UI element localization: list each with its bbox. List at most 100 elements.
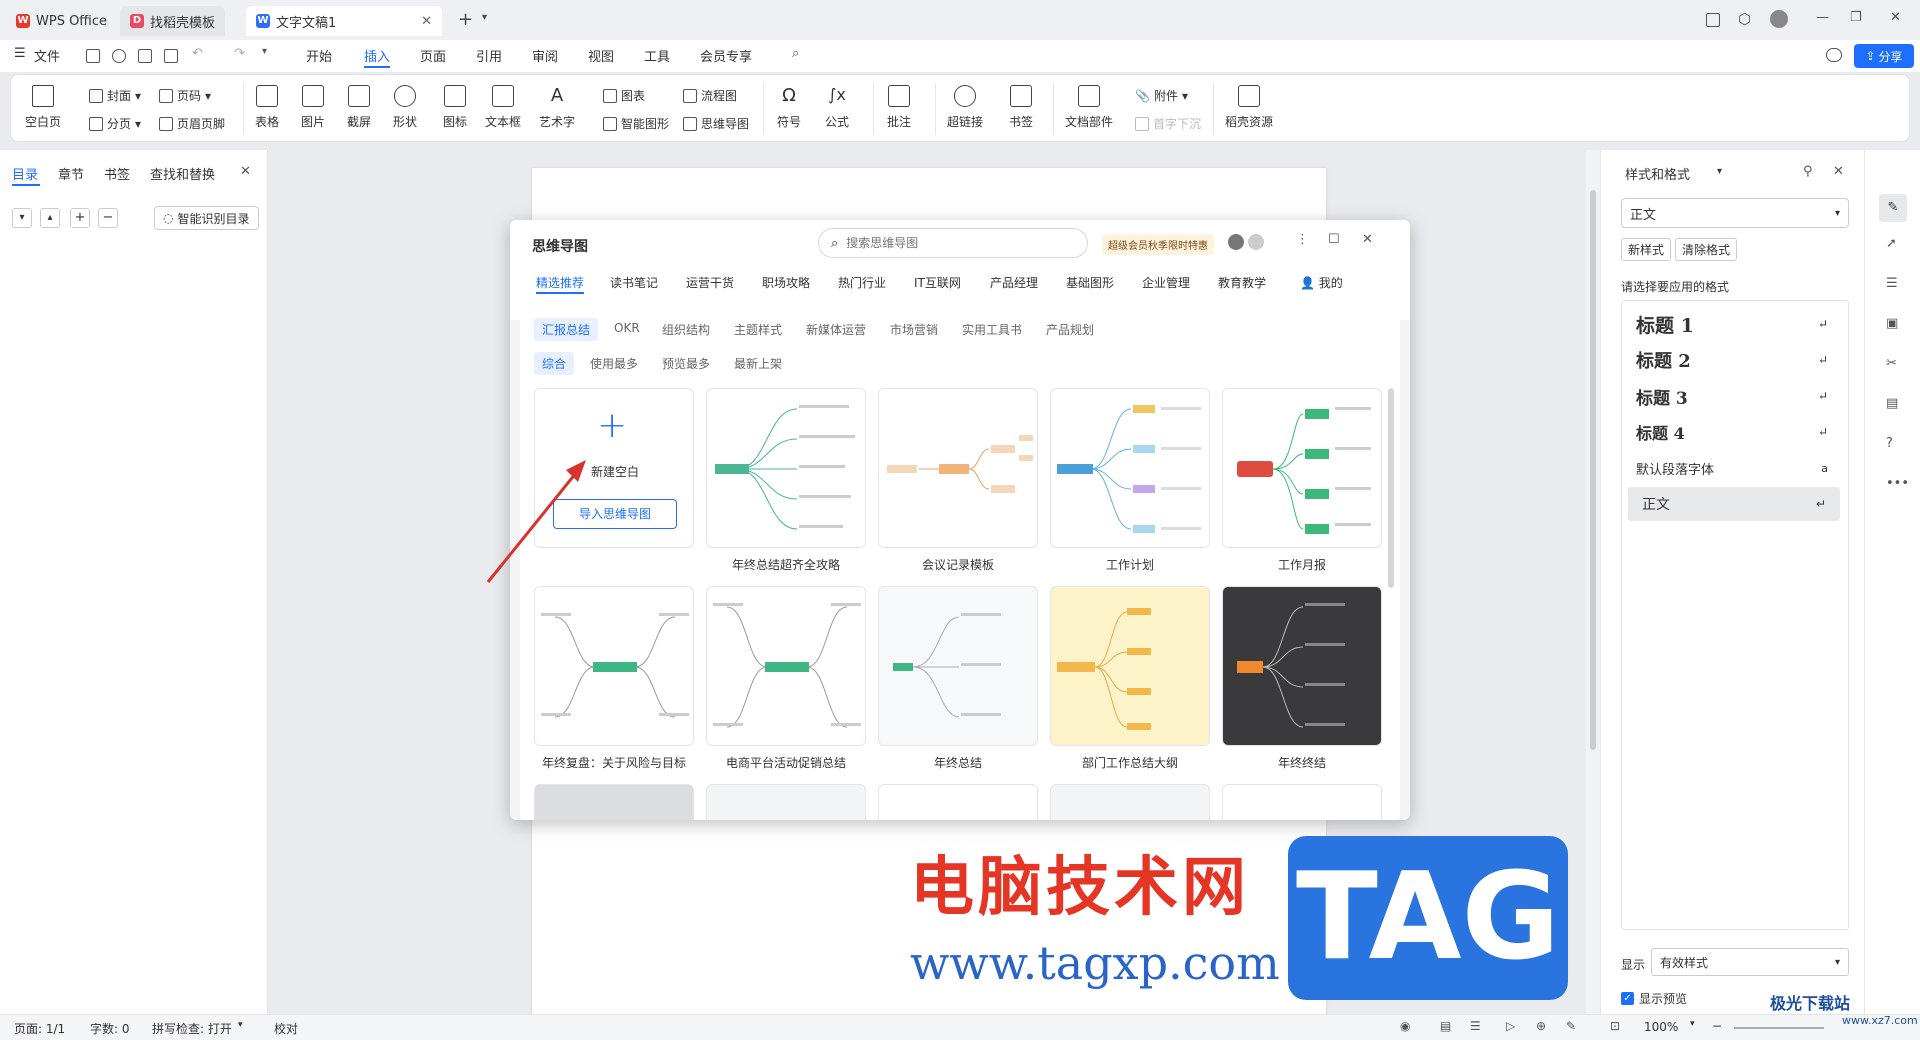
template-card[interactable] xyxy=(534,784,694,820)
page-view-icon[interactable]: ▤ xyxy=(1440,1019,1451,1033)
tab-wps-office[interactable]: W WPS Office xyxy=(6,6,117,36)
sort-overall[interactable]: 综合 xyxy=(534,352,575,375)
menu-home[interactable]: 开始 xyxy=(306,46,332,65)
current-style-select[interactable]: 正文 ▾ xyxy=(1621,198,1849,228)
edit-icon[interactable]: ✎ xyxy=(1566,1019,1576,1033)
cover-button[interactable]: 封面 ▾ xyxy=(89,87,141,104)
tools-icon[interactable]: ✂ xyxy=(1886,356,1897,371)
sort-most-used[interactable]: 使用最多 xyxy=(582,352,646,375)
category-enterprise[interactable]: 企业管理 xyxy=(1142,274,1190,291)
subcat-tools[interactable]: 实用工具书 xyxy=(954,318,1030,341)
template-card[interactable] xyxy=(706,388,866,548)
subcat-org-structure[interactable]: 组织结构 xyxy=(654,318,718,341)
formula-button[interactable]: ∫x 公式 xyxy=(825,85,849,130)
close-tab-icon[interactable]: ✕ xyxy=(421,14,432,29)
minimize-icon[interactable]: — xyxy=(1816,10,1829,25)
chevron-down-icon[interactable]: ▾ xyxy=(1690,1019,1695,1029)
pen-icon[interactable]: ✎ xyxy=(1879,194,1907,222)
scrollbar-thumb[interactable] xyxy=(1590,190,1596,750)
page-number-button[interactable]: 页码 ▾ xyxy=(159,87,211,104)
tab-document[interactable]: W 文字文稿1 ✕ xyxy=(246,6,442,36)
subcat-new-media[interactable]: 新媒体运营 xyxy=(798,318,874,341)
save-icon[interactable] xyxy=(86,49,100,63)
show-preview-checkbox[interactable]: ✓ 显示预览 xyxy=(1621,990,1687,1007)
menu-view[interactable]: 视图 xyxy=(588,46,614,65)
book-icon[interactable]: ▤ xyxy=(1886,396,1898,411)
zoom-slider[interactable] xyxy=(1734,1027,1824,1029)
chevron-down-icon[interactable]: ▾ xyxy=(262,46,267,57)
close-panel-icon[interactable]: ✕ xyxy=(240,164,251,179)
blank-page-button[interactable]: 空白页 xyxy=(25,85,61,130)
template-card[interactable] xyxy=(534,586,694,746)
image-edit-icon[interactable]: ▣ xyxy=(1886,316,1898,331)
table-button[interactable]: 表格 xyxy=(255,85,279,130)
menu-review[interactable]: 审阅 xyxy=(532,46,558,65)
new-style-button[interactable]: 新样式 xyxy=(1621,238,1672,261)
template-card[interactable] xyxy=(706,784,866,820)
style-heading-2[interactable]: 标题 2 ↵ xyxy=(1622,343,1842,377)
adjust-icon[interactable]: ☰ xyxy=(1886,276,1898,291)
category-product-manager[interactable]: 产品经理 xyxy=(990,274,1038,291)
share-button[interactable]: ⇪ 分享 xyxy=(1854,44,1914,68)
tab-chapter[interactable]: 章节 xyxy=(58,164,84,183)
menu-page[interactable]: 页面 xyxy=(420,46,446,65)
smart-toc-button[interactable]: ◌ 智能识别目录 xyxy=(154,206,259,230)
icon-button[interactable]: 图标 xyxy=(443,85,467,130)
avatar[interactable] xyxy=(1228,234,1244,250)
tab-docer-template[interactable]: D 找稻壳模板 xyxy=(120,6,226,36)
page-break-button[interactable]: 分页 ▾ xyxy=(89,115,141,132)
tab-find-replace[interactable]: 查找和替换 xyxy=(150,164,215,183)
subcat-marketing[interactable]: 市场营销 xyxy=(882,318,946,341)
style-heading-1[interactable]: 标题 1 ↵ xyxy=(1622,307,1842,341)
file-menu[interactable]: 文件 xyxy=(34,46,60,65)
tab-bookmark[interactable]: 书签 xyxy=(104,164,130,183)
header-footer-button[interactable]: 页眉页脚 xyxy=(159,115,225,132)
flowchart-button[interactable]: 流程图 xyxy=(683,87,737,104)
style-heading-3[interactable]: 标题 3 ↵ xyxy=(1622,379,1842,413)
outline-view-icon[interactable]: ☰ xyxy=(1470,1019,1481,1033)
template-card[interactable] xyxy=(878,586,1038,746)
more-icon[interactable]: ••• xyxy=(1886,476,1909,491)
web-view-icon[interactable]: ⊕ xyxy=(1536,1019,1546,1033)
category-operations[interactable]: 运营干货 xyxy=(686,274,734,291)
comment-button[interactable]: 批注 xyxy=(887,85,911,130)
category-education[interactable]: 教育教学 xyxy=(1218,274,1266,291)
pin-icon[interactable]: ⚲ xyxy=(1803,164,1813,179)
subcat-theme-style[interactable]: 主题样式 xyxy=(726,318,790,341)
more-icon[interactable]: ⋮ xyxy=(1296,232,1309,247)
close-panel-icon[interactable]: ✕ xyxy=(1833,164,1844,179)
zoom-out-icon[interactable]: − xyxy=(1712,1019,1722,1033)
picture-button[interactable]: 图片 xyxy=(301,85,325,130)
menu-tools[interactable]: 工具 xyxy=(644,46,670,65)
close-dialog-icon[interactable]: ✕ xyxy=(1362,232,1373,247)
tab-toc[interactable]: 目录 xyxy=(12,164,38,183)
collapse-icon[interactable]: ▴ xyxy=(40,208,60,228)
play-icon[interactable]: ▷ xyxy=(1506,1019,1515,1033)
avatar[interactable] xyxy=(1770,10,1788,28)
drop-cap-button[interactable]: 首字下沉 xyxy=(1135,115,1201,132)
category-mine[interactable]: 👤 我的 xyxy=(1300,274,1343,291)
undo-icon[interactable]: ↶ xyxy=(192,46,203,61)
restore-icon[interactable]: ❐ xyxy=(1850,10,1862,25)
eye-icon[interactable]: ◉ xyxy=(1400,1019,1410,1033)
mindmap-button[interactable]: 思维导图 xyxy=(683,115,749,132)
docer-resources-button[interactable]: 稻壳资源 xyxy=(1225,85,1273,130)
cube-icon[interactable]: ⬡ xyxy=(1738,10,1751,28)
style-default-font[interactable]: 默认段落字体 a xyxy=(1622,451,1842,485)
attachment-button[interactable]: 📎 附件 ▾ xyxy=(1135,87,1188,104)
print-icon[interactable] xyxy=(138,49,152,63)
chevron-down-icon[interactable]: ▾ xyxy=(482,12,487,23)
category-reading-notes[interactable]: 读书笔记 xyxy=(610,274,658,291)
menu-insert[interactable]: 插入 xyxy=(364,46,390,65)
search-icon[interactable]: ⌕ xyxy=(792,46,799,61)
template-card[interactable] xyxy=(1050,784,1210,820)
share-link-icon[interactable] xyxy=(112,49,126,63)
sort-newest[interactable]: 最新上架 xyxy=(726,352,790,375)
template-card[interactable] xyxy=(1222,784,1382,820)
print-preview-icon[interactable] xyxy=(164,49,178,63)
smart-graphic-button[interactable]: 智能图形 xyxy=(603,115,669,132)
template-card[interactable] xyxy=(1050,586,1210,746)
show-filter-select[interactable]: 有效样式 ▾ xyxy=(1651,948,1849,976)
wordart-button[interactable]: A 艺术字 xyxy=(539,85,575,130)
template-card[interactable] xyxy=(1050,388,1210,548)
